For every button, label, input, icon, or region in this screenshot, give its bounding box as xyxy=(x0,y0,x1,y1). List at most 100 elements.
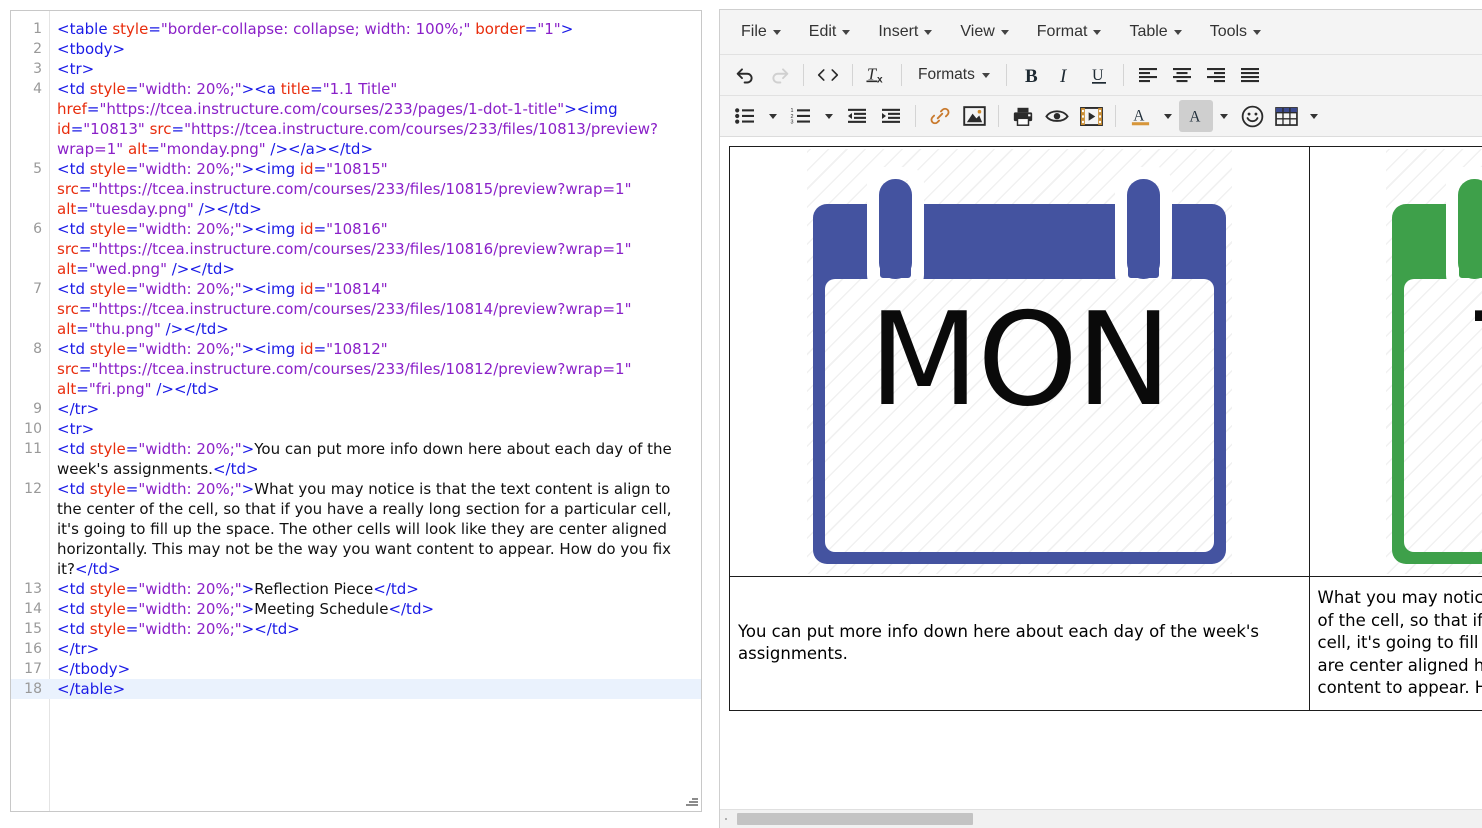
code-line[interactable]: 13 <td style="width: 20%;">Reflection Pie… xyxy=(11,579,701,599)
numbered-list-dropdown[interactable] xyxy=(818,100,840,132)
code-line-content[interactable]: </tr> xyxy=(49,639,701,659)
code-line-content[interactable]: <td style="width: 20%;"><img id="10814" … xyxy=(49,279,701,339)
horizontal-scrollbar-thumb[interactable] xyxy=(737,813,973,825)
align-left-icon[interactable] xyxy=(1131,59,1165,91)
code-token-tg: = xyxy=(125,600,139,618)
code-line-content[interactable]: </tbody> xyxy=(49,659,701,679)
align-justify-icon[interactable] xyxy=(1233,59,1267,91)
print-icon[interactable] xyxy=(1006,100,1040,132)
cell-monday-image[interactable]: MON xyxy=(729,146,1310,577)
code-line-content[interactable]: <td style="width: 20%;">You can put more… xyxy=(49,439,701,479)
formats-dropdown[interactable]: Formats xyxy=(909,61,999,89)
code-token-tg: <td xyxy=(57,580,90,598)
resize-grip-handle[interactable] xyxy=(684,794,698,808)
code-line[interactable]: 8 <td style="width: 20%;"><img id="10812"… xyxy=(11,339,701,399)
code-line-content[interactable]: <table style="border-collapse: collapse;… xyxy=(49,19,701,39)
code-line[interactable]: 14 <td style="width: 20%;">Meeting Schedu… xyxy=(11,599,701,619)
code-line-content[interactable]: <td style="width: 20%;">Reflection Piece… xyxy=(49,579,701,599)
menu-edit[interactable]: Edit xyxy=(800,18,860,46)
editor-toolbar-row-1[interactable]: T x Formats B I U xyxy=(720,55,1482,96)
align-center-icon[interactable] xyxy=(1165,59,1199,91)
horizontal-scrollbar[interactable] xyxy=(720,809,1482,828)
redo-icon[interactable] xyxy=(762,59,796,91)
code-line-content[interactable]: <tbody> xyxy=(49,39,701,59)
code-line[interactable]: 1 <table style="border-collapse: collapse… xyxy=(11,19,701,39)
indent-icon[interactable] xyxy=(874,100,908,132)
bold-icon[interactable]: B xyxy=(1014,59,1048,91)
emoticon-icon[interactable] xyxy=(1235,100,1269,132)
code-line[interactable]: 18 </table> xyxy=(11,679,701,699)
bullet-list-icon[interactable] xyxy=(728,100,762,132)
code-line-content[interactable]: <td style="width: 20%;"><img id="10816" … xyxy=(49,219,701,279)
calendar-monday-icon[interactable]: MON xyxy=(806,149,1232,574)
cell-monday-text[interactable]: You can put more info down here about ea… xyxy=(729,576,1310,711)
code-line[interactable]: 7 <td style="width: 20%;"><img id="10814"… xyxy=(11,279,701,339)
background-color-icon[interactable]: A xyxy=(1179,100,1213,132)
align-right-icon[interactable] xyxy=(1199,59,1233,91)
editor-toolbar-row-2[interactable]: 1 2 3 A A xyxy=(720,96,1482,137)
line-number: 17 xyxy=(24,661,42,677)
code-line-content[interactable]: <td style="width: 20%;"></td> xyxy=(49,619,701,639)
editor-menubar[interactable]: File Edit Insert View Format Table Tools xyxy=(720,10,1482,55)
background-color-dropdown[interactable] xyxy=(1213,100,1235,132)
undo-icon[interactable] xyxy=(728,59,762,91)
italic-icon[interactable]: I xyxy=(1048,59,1082,91)
outdent-icon[interactable] xyxy=(840,100,874,132)
code-token-at: id xyxy=(299,160,314,178)
code-line[interactable]: 15 <td style="width: 20%;"></td> xyxy=(11,619,701,639)
preview-eye-icon[interactable] xyxy=(1040,100,1074,132)
menu-view[interactable]: View xyxy=(951,18,1017,46)
code-token-at: border xyxy=(475,20,525,38)
editor-content-area[interactable]: MON TUE xyxy=(720,137,1482,783)
code-line[interactable]: 16 </tr> xyxy=(11,639,701,659)
code-line[interactable]: 10 <tr> xyxy=(11,419,701,439)
text-color-dropdown[interactable] xyxy=(1157,100,1179,132)
code-line-content[interactable]: <td style="width: 20%;">Meeting Schedule… xyxy=(49,599,701,619)
text-color-icon[interactable]: A xyxy=(1123,100,1157,132)
cell-tuesday-image[interactable]: TUE xyxy=(1308,146,1482,577)
clear-formatting-icon[interactable]: T x xyxy=(860,59,894,91)
bullet-list-dropdown[interactable] xyxy=(762,100,784,132)
code-line[interactable]: 11 <td style="width: 20%;">You can put mo… xyxy=(11,439,701,479)
menu-file[interactable]: File xyxy=(732,18,790,46)
link-icon[interactable] xyxy=(923,100,957,132)
code-line[interactable]: 2 <tbody> xyxy=(11,39,701,59)
code-line[interactable]: 17 </tbody> xyxy=(11,659,701,679)
calendar-tuesday-icon[interactable]: TUE xyxy=(1386,149,1482,574)
numbered-list-icon[interactable]: 1 2 3 xyxy=(784,100,818,132)
code-line-content[interactable]: <tr> xyxy=(49,59,701,79)
code-line-content[interactable]: <td style="width: 20%;"><img id="10812" … xyxy=(49,339,701,399)
weekday-table[interactable]: MON TUE xyxy=(729,146,1482,711)
code-line[interactable]: 12 <td style="width: 20%;">What you may n… xyxy=(11,479,701,579)
code-line-content[interactable]: <td style="width: 20%;"><a title="1.1 Ti… xyxy=(49,79,701,159)
code-line[interactable]: 3 <tr> xyxy=(11,59,701,79)
table-dropdown[interactable] xyxy=(1303,100,1325,132)
menu-tools[interactable]: Tools xyxy=(1201,18,1270,46)
code-line-content[interactable]: </tr> xyxy=(49,399,701,419)
code-line[interactable]: 4 <td style="width: 20%;"><a title="1.1 T… xyxy=(11,79,701,159)
code-line-content[interactable]: <td style="width: 20%;"><img id="10815" … xyxy=(49,159,701,219)
underline-icon[interactable]: U xyxy=(1082,59,1116,91)
source-code-icon[interactable] xyxy=(811,59,845,91)
image-icon[interactable] xyxy=(957,100,991,132)
code-line[interactable]: 5 <td style="width: 20%;"><img id="10815"… xyxy=(11,159,701,219)
rich-text-editor-panel[interactable]: File Edit Insert View Format Table Tools xyxy=(719,9,1482,828)
code-scroll-area[interactable]: 1 <table style="border-collapse: collapse… xyxy=(11,11,701,811)
html-source-panel[interactable]: 1 <table style="border-collapse: collapse… xyxy=(10,10,702,812)
cell-tuesday-text[interactable]: What you may notice is that the text con… xyxy=(1308,576,1482,711)
code-line[interactable]: 9 </tr> xyxy=(11,399,701,419)
code-token-vl: "https://tcea.instructure.com/courses/23… xyxy=(91,240,632,258)
code-token-tg: </td> xyxy=(75,560,121,578)
code-line[interactable]: 6 <td style="width: 20%;"><img id="10816"… xyxy=(11,219,701,279)
line-number: 1 xyxy=(33,21,42,37)
menu-table[interactable]: Table xyxy=(1120,18,1190,46)
table-grid-icon[interactable] xyxy=(1269,100,1303,132)
media-film-icon[interactable] xyxy=(1074,100,1108,132)
code-token-tg: = xyxy=(125,480,139,498)
code-line-content[interactable]: </table> xyxy=(49,679,701,699)
code-lines-container[interactable]: 1 <table style="border-collapse: collapse… xyxy=(11,11,701,699)
menu-insert[interactable]: Insert xyxy=(869,18,941,46)
menu-format[interactable]: Format xyxy=(1028,18,1111,46)
code-line-content[interactable]: <tr> xyxy=(49,419,701,439)
code-line-content[interactable]: <td style="width: 20%;">What you may not… xyxy=(49,479,701,579)
